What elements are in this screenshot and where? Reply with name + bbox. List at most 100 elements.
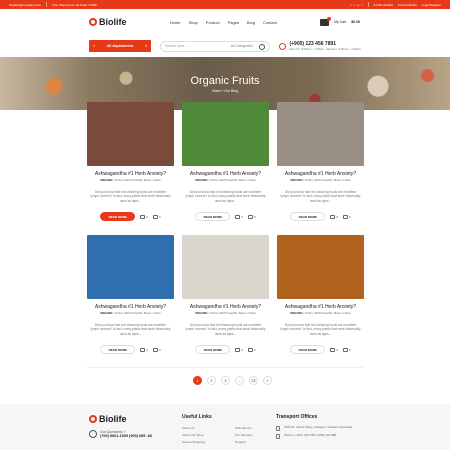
location-icon	[276, 426, 280, 431]
login-link[interactable]: Login/Register	[422, 3, 441, 7]
post-actions: READ MORE 0 0	[100, 345, 161, 355]
post-author: Posted By: Braum J.Teran	[130, 179, 161, 182]
post-tag[interactable]: ORGANIC	[195, 312, 207, 315]
search-category[interactable]: All Categories	[231, 44, 253, 48]
like-count[interactable]: 0	[235, 347, 243, 352]
hotline: (+900) 123 456 7891 Mon-Fri: 8:30am - 7:3…	[279, 41, 361, 51]
footer-link[interactable]: Who We Are	[235, 426, 252, 430]
footer-logo[interactable]: Biolife	[89, 414, 152, 424]
footer-link[interactable]: Secure Shopping	[182, 440, 205, 444]
post-title[interactable]: Ashwagandha #1 Herb Anxiety?	[190, 304, 261, 310]
footer-link[interactable]: About Us	[182, 426, 205, 430]
email-link[interactable]: Organic@company.com	[9, 3, 41, 7]
page-button[interactable]: ...	[235, 376, 244, 385]
page-button[interactable]: 3	[221, 376, 230, 385]
post-excerpt: Did you know that red cleaning foods are…	[280, 323, 361, 336]
language-select[interactable]: French (EUR)	[398, 3, 417, 7]
likes: 0	[146, 214, 148, 219]
post-title[interactable]: Ashwagandha #1 Herb Anxiety?	[285, 304, 356, 310]
like-count[interactable]: 0	[140, 347, 148, 352]
read-more-button[interactable]: READ MORE	[100, 212, 136, 222]
topbar: Organic@company.com Free Shipping for all…	[0, 0, 450, 9]
post-tag[interactable]: ORGANIC	[100, 179, 112, 182]
like-count[interactable]: 0	[330, 214, 338, 219]
post-tag[interactable]: ORGANIC	[290, 312, 302, 315]
transport-phone: Phone: (+067) 234 789 (+068) 222 888	[284, 433, 337, 437]
footer-link[interactable]: About Our Shop	[182, 433, 205, 437]
search-input[interactable]: Search here... All Categories	[160, 40, 271, 52]
nav-shop[interactable]: Shop	[188, 20, 197, 25]
page-button[interactable]: 2	[207, 376, 216, 385]
post-image[interactable]	[277, 102, 364, 166]
post-meta: ORGANIC / 10 Nov, 2018 Posted By: Braum …	[195, 179, 256, 182]
nav-product[interactable]: Product	[206, 20, 220, 25]
post-image[interactable]	[87, 235, 174, 299]
pagination: 1 2 3... 23»	[193, 376, 272, 385]
hotline-hours: Mon-Fri: 8:30am - 7:30pm; Sat-Sun: 9:30a…	[289, 47, 361, 51]
page-button[interactable]: 23	[249, 376, 258, 385]
read-more-button[interactable]: READ MORE	[290, 212, 326, 222]
like-count[interactable]: 0	[140, 214, 148, 219]
comment-icon	[343, 214, 348, 219]
comment-count[interactable]: 0	[153, 347, 161, 352]
post-author: Posted By: Braum J.Teran	[130, 312, 161, 315]
divider	[87, 367, 363, 368]
post-image[interactable]	[182, 102, 269, 166]
comment-count[interactable]: 0	[343, 347, 351, 352]
post-title[interactable]: Ashwagandha #1 Herb Anxiety?	[95, 171, 166, 177]
read-more-button[interactable]: READ MORE	[195, 212, 231, 222]
comment-count[interactable]: 0	[343, 214, 351, 219]
post-title[interactable]: Ashwagandha #1 Herb Anxiety?	[190, 171, 261, 177]
post-tag[interactable]: ORGANIC	[100, 312, 112, 315]
links-title: Useful Links	[182, 414, 212, 420]
logo[interactable]: Biolife	[89, 17, 127, 27]
cart[interactable]: My Cart $0.00	[319, 16, 360, 26]
header: Biolife Home Shop Product Pages Blog Con…	[0, 9, 450, 35]
departments-button[interactable]: ≡ All departments ▾	[89, 40, 151, 52]
breadcrumb[interactable]: Home / Our Blog	[212, 89, 238, 93]
comment-count[interactable]: 0	[248, 214, 256, 219]
post-title[interactable]: Ashwagandha #1 Herb Anxiety?	[285, 171, 356, 177]
nav-contact[interactable]: Contact	[263, 20, 277, 25]
like-count[interactable]: 0	[330, 347, 338, 352]
post-title[interactable]: Ashwagandha #1 Herb Anxiety?	[95, 304, 166, 310]
nav-pages[interactable]: Pages	[228, 20, 239, 25]
comment-count[interactable]: 0	[248, 347, 256, 352]
post-meta: ORGANIC / 10 Nov, 2018 Posted By: Braum …	[100, 179, 161, 182]
cart-icon[interactable]	[319, 16, 331, 26]
comment-icon	[343, 347, 348, 352]
likes: 0	[146, 347, 148, 352]
like-count[interactable]: 0	[235, 214, 243, 219]
footer-link[interactable]: Projects	[235, 440, 252, 444]
comment-icon	[153, 214, 158, 219]
nav-blog[interactable]: Blog	[247, 20, 255, 25]
comment-count[interactable]: 0	[153, 214, 161, 219]
social-icons[interactable]: f · t · p · i	[351, 3, 363, 7]
blog-card: Ashwagandha #1 Herb Anxiety? ORGANIC / 10…	[277, 102, 364, 223]
post-tag[interactable]: ORGANIC	[195, 179, 207, 182]
post-meta: ORGANIC / 10 Nov, 2018 Posted By: Braum …	[290, 312, 351, 315]
footer-link[interactable]: Our Services	[235, 433, 252, 437]
search-icon[interactable]	[259, 43, 266, 50]
post-image[interactable]	[277, 235, 364, 299]
post-date: / 10 Nov, 2018	[208, 179, 225, 182]
cart-label: My Cart	[333, 20, 347, 24]
post-tag[interactable]: ORGANIC	[290, 179, 302, 182]
page-button[interactable]: »	[263, 376, 272, 385]
post-image[interactable]	[87, 102, 174, 166]
post-image[interactable]	[182, 235, 269, 299]
main-nav: Home Shop Product Pages Blog Contact	[170, 20, 277, 25]
departments-label: All departments	[106, 44, 134, 48]
page-button[interactable]: 1	[193, 376, 202, 385]
comments: 0	[159, 214, 161, 219]
currency-select[interactable]: $ USD (Dollar)	[374, 3, 394, 7]
read-more-button[interactable]: READ MORE	[195, 345, 231, 355]
nav-home[interactable]: Home	[170, 20, 181, 25]
search-placeholder: Search here...	[165, 44, 187, 48]
post-actions: READ MORE 0 0	[100, 212, 161, 222]
read-more-button[interactable]: READ MORE	[290, 345, 326, 355]
post-excerpt: Did you know that red cleaning foods are…	[280, 190, 361, 203]
read-more-button[interactable]: READ MORE	[100, 345, 136, 355]
post-excerpt: Did you know that red cleaning foods are…	[90, 190, 171, 203]
likes: 0	[241, 347, 243, 352]
